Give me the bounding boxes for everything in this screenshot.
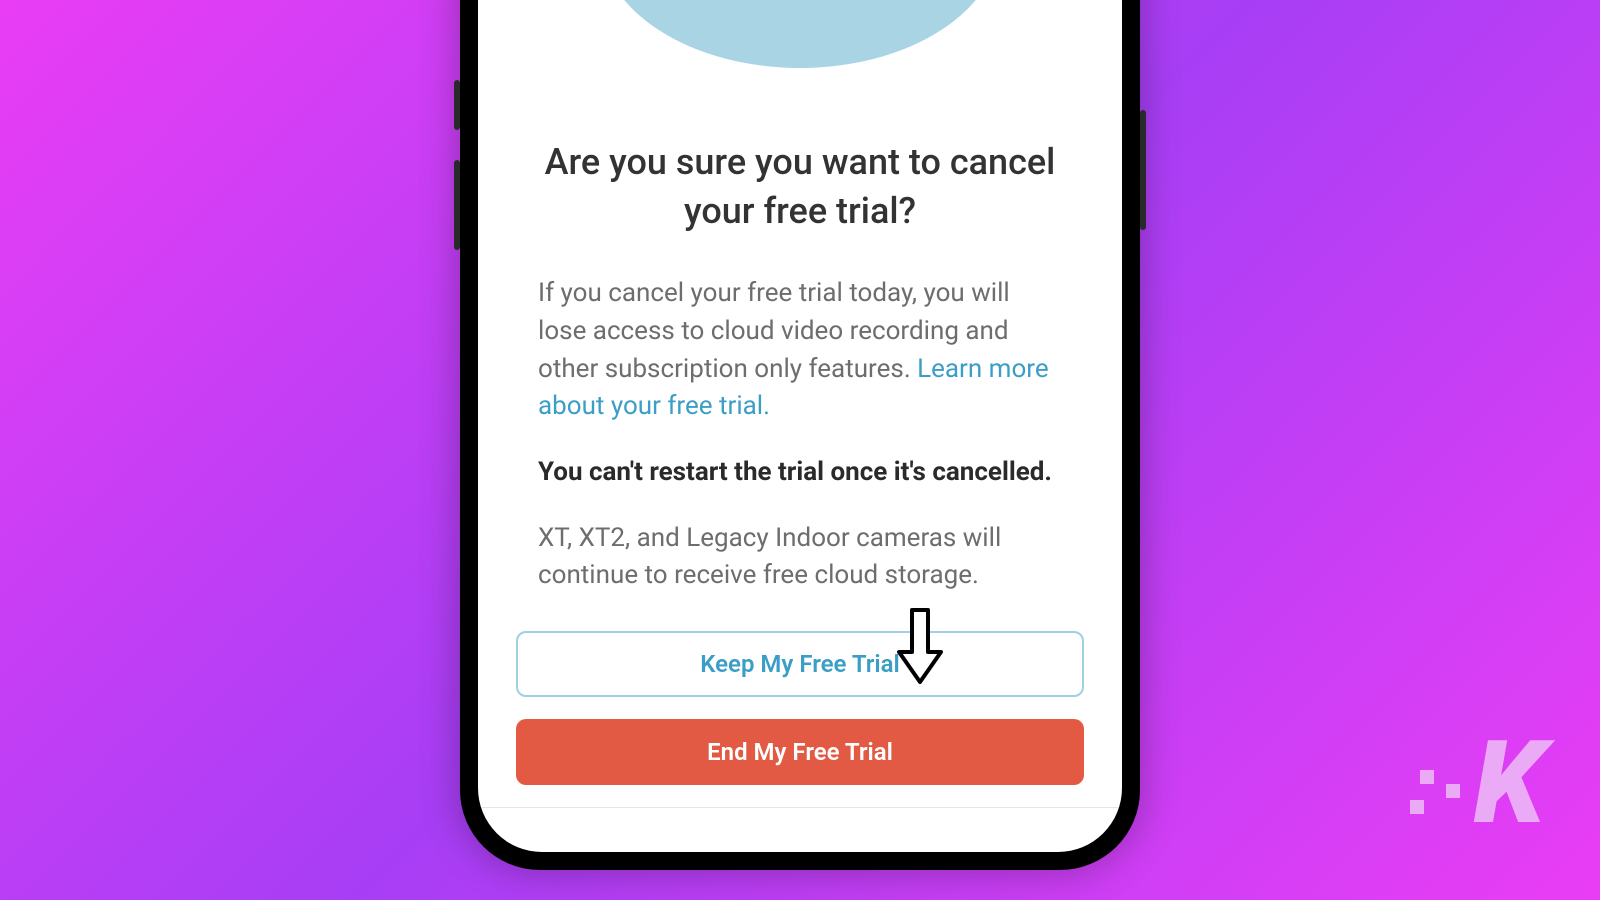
- phone-side-button: [454, 160, 460, 250]
- dialog-title: Are you sure you want to cancel your fre…: [538, 138, 1062, 235]
- arrow-down-icon: [895, 608, 945, 690]
- watermark-logo: K: [1410, 738, 1540, 830]
- exception-text: XT, XT2, and Legacy Indoor cameras will …: [538, 520, 1062, 595]
- logo-dots-icon: [1410, 770, 1470, 830]
- logo-letter: K: [1474, 738, 1540, 830]
- phone-side-button: [1140, 110, 1146, 230]
- warning-text: You can't restart the trial once it's ca…: [538, 454, 1062, 492]
- divider: [478, 807, 1122, 808]
- end-trial-label: End My Free Trial: [707, 738, 893, 766]
- phone-frame: Are you sure you want to cancel your fre…: [460, 0, 1140, 870]
- hero-illustration: [600, 0, 1000, 68]
- keep-trial-label: Keep My Free Trial: [700, 650, 900, 678]
- end-trial-button[interactable]: End My Free Trial: [516, 719, 1084, 785]
- phone-side-button: [454, 80, 460, 130]
- keep-trial-button[interactable]: Keep My Free Trial: [516, 631, 1084, 697]
- phone-screen: Are you sure you want to cancel your fre…: [478, 0, 1122, 852]
- dialog-description: If you cancel your free trial today, you…: [538, 275, 1062, 426]
